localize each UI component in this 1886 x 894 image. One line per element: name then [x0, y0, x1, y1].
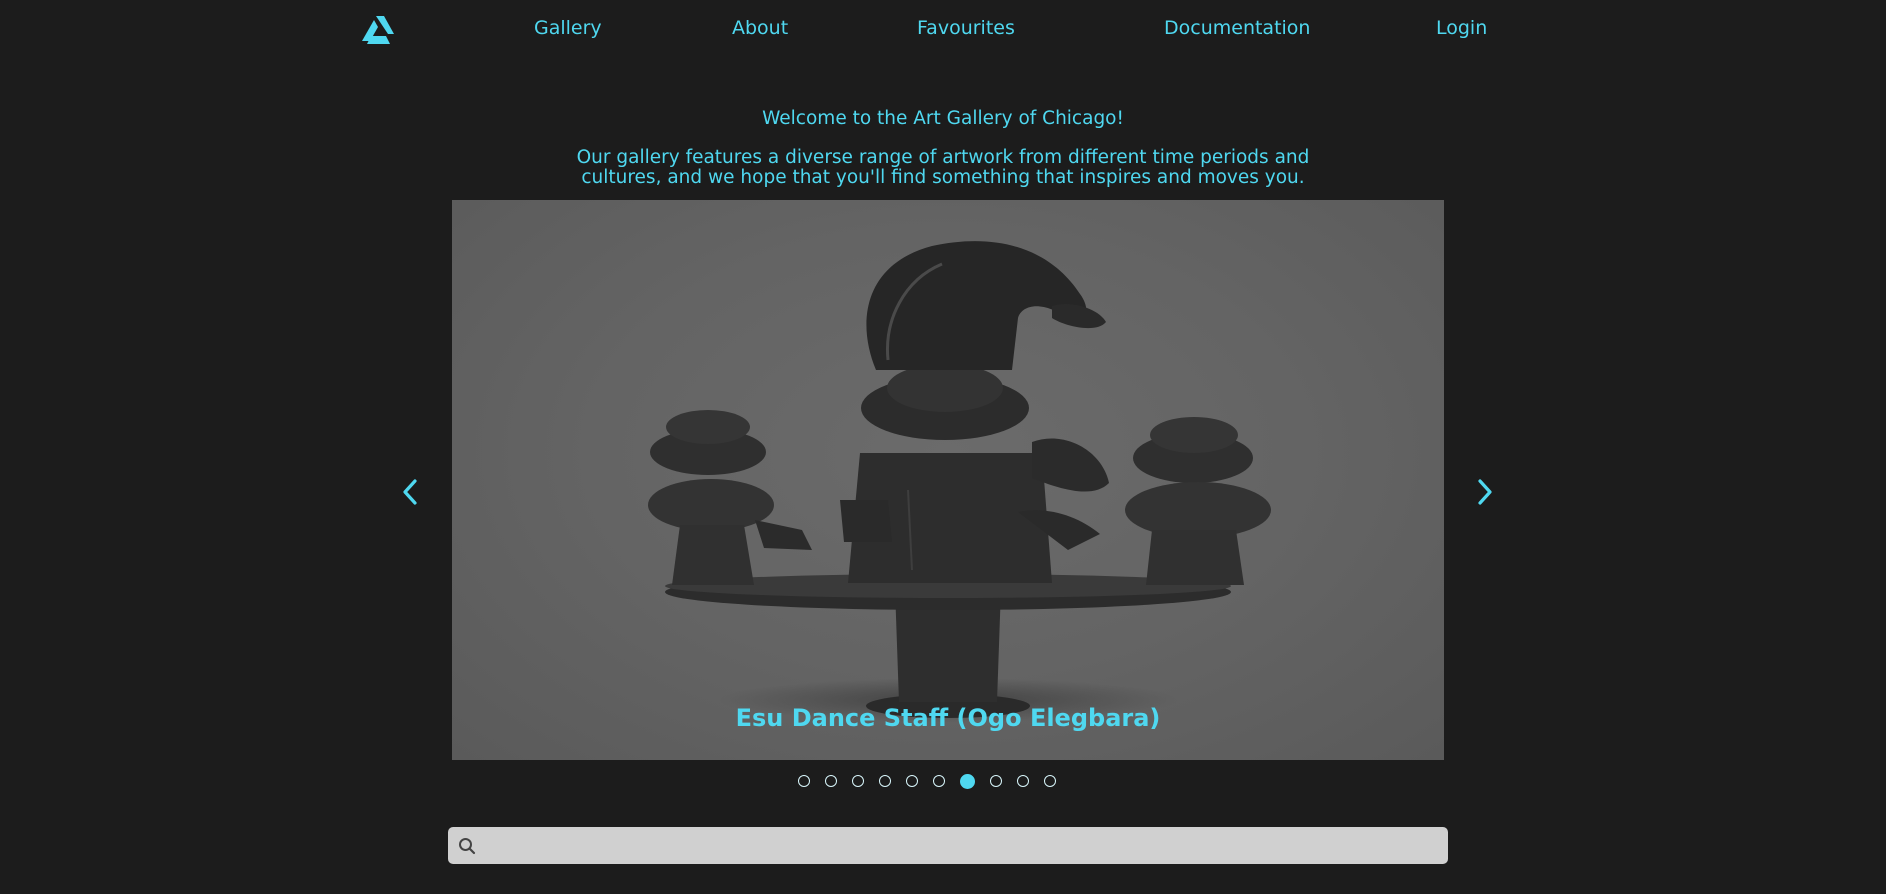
carousel-dot[interactable]: [1017, 775, 1029, 787]
nav-about-link[interactable]: About: [732, 17, 788, 39]
artwork-image: [648, 241, 1271, 722]
search-bar: [448, 827, 1448, 866]
logo-icon[interactable]: [362, 16, 394, 46]
artwork-carousel-slide[interactable]: Esu Dance Staff (Ogo Elegbara): [452, 200, 1444, 760]
chevron-left-icon[interactable]: [398, 476, 422, 508]
carousel-dot-active[interactable]: [960, 773, 975, 789]
nav-gallery-link[interactable]: Gallery: [534, 17, 602, 39]
carousel-dot[interactable]: [825, 775, 837, 787]
carousel-dot[interactable]: [933, 775, 945, 787]
carousel-dot[interactable]: [798, 775, 810, 787]
nav-documentation-link[interactable]: Documentation: [1164, 17, 1310, 39]
intro-paragraph: Our gallery features a diverse range of …: [576, 147, 1310, 188]
nav-favourites-link[interactable]: Favourites: [917, 17, 1015, 39]
search-input[interactable]: [484, 827, 1438, 866]
carousel-dot[interactable]: [852, 775, 864, 787]
carousel-dot[interactable]: [1044, 775, 1056, 787]
carousel-pagination: [798, 773, 1056, 789]
carousel-dot[interactable]: [990, 775, 1002, 787]
top-navbar: Gallery About Favourites Documentation L…: [0, 0, 1886, 58]
welcome-heading: Welcome to the Art Gallery of Chicago!: [762, 108, 1124, 129]
search-icon: [459, 838, 476, 855]
artwork-caption: Esu Dance Staff (Ogo Elegbara): [735, 704, 1161, 732]
carousel-dot[interactable]: [906, 775, 918, 787]
nav-login-link[interactable]: Login: [1436, 17, 1487, 39]
chevron-right-icon[interactable]: [1473, 476, 1497, 508]
carousel-dot[interactable]: [879, 775, 891, 787]
